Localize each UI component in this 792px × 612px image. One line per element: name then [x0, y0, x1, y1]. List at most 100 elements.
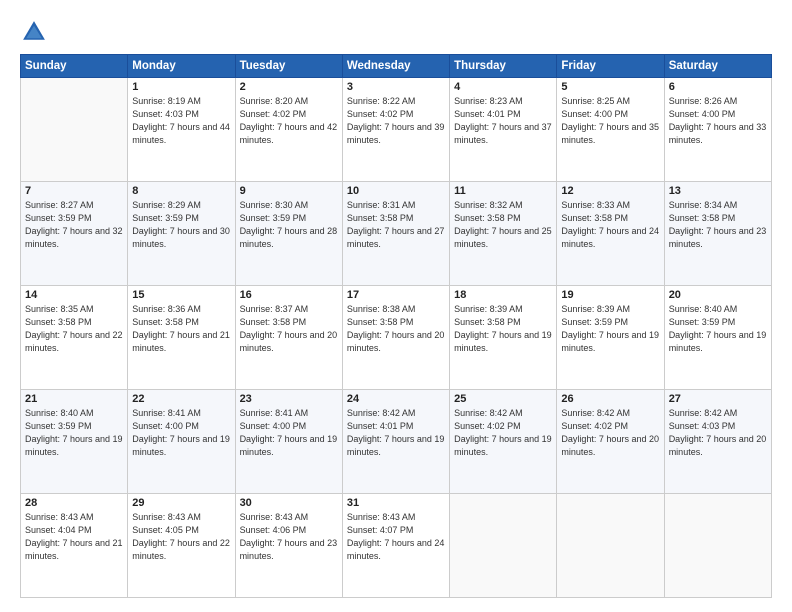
- day-number: 15: [132, 289, 230, 301]
- day-number: 24: [347, 393, 445, 405]
- weekday-header: Sunday: [21, 55, 128, 78]
- calendar-week-row: 21Sunrise: 8:40 AM Sunset: 3:59 PM Dayli…: [21, 390, 772, 494]
- calendar-cell: 12 Sunrise: 8:33 AM Sunset: 3:58 PM Dayli…: [557, 182, 664, 286]
- calendar-cell: 1Sunrise: 8:19 AM Sunset: 4:03 PM Daylig…: [128, 78, 235, 182]
- day-info: Sunrise: 8:43 AM Sunset: 4:06 PM Dayligh…: [240, 511, 338, 563]
- day-number: 2: [240, 81, 338, 93]
- day-info: Sunrise: 8:30 AM Sunset: 3:59 PM Dayligh…: [240, 199, 338, 251]
- calendar-cell: 5 Sunrise: 8:25 AM Sunset: 4:00 PM Daylig…: [557, 78, 664, 182]
- calendar-cell: 30 Sunrise: 8:43 AM Sunset: 4:06 PM Dayli…: [235, 494, 342, 598]
- calendar-cell: 13Sunrise: 8:34 AM Sunset: 3:58 PM Dayli…: [664, 182, 771, 286]
- calendar-cell: 2 Sunrise: 8:20 AM Sunset: 4:02 PM Daylig…: [235, 78, 342, 182]
- day-info: Sunrise: 8:43 AM Sunset: 4:04 PM Dayligh…: [25, 511, 123, 563]
- day-info: Sunrise: 8:39 AM Sunset: 3:58 PM Dayligh…: [454, 303, 552, 355]
- day-number: 8: [132, 185, 230, 197]
- calendar-cell: 20 Sunrise: 8:40 AM Sunset: 3:59 PM Dayli…: [664, 286, 771, 390]
- calendar-cell: 19 Sunrise: 8:39 AM Sunset: 3:59 PM Dayli…: [557, 286, 664, 390]
- day-number: 23: [240, 393, 338, 405]
- day-info: Sunrise: 8:42 AM Sunset: 4:01 PM Dayligh…: [347, 407, 445, 459]
- calendar-cell: [450, 494, 557, 598]
- day-info: Sunrise: 8:40 AM Sunset: 3:59 PM Dayligh…: [669, 303, 767, 355]
- calendar-cell: 14 Sunrise: 8:35 AM Sunset: 3:58 PM Dayli…: [21, 286, 128, 390]
- calendar-cell: 22 Sunrise: 8:41 AM Sunset: 4:00 PM Dayli…: [128, 390, 235, 494]
- weekday-header: Wednesday: [342, 55, 449, 78]
- day-number: 20: [669, 289, 767, 301]
- day-number: 27: [669, 393, 767, 405]
- weekday-header: Thursday: [450, 55, 557, 78]
- day-number: 31: [347, 497, 445, 509]
- calendar-cell: 8 Sunrise: 8:29 AM Sunset: 3:59 PM Daylig…: [128, 182, 235, 286]
- calendar-table: SundayMondayTuesdayWednesdayThursdayFrid…: [20, 54, 772, 598]
- day-number: 19: [561, 289, 659, 301]
- day-number: 11: [454, 185, 552, 197]
- calendar-cell: 21Sunrise: 8:40 AM Sunset: 3:59 PM Dayli…: [21, 390, 128, 494]
- weekday-header: Saturday: [664, 55, 771, 78]
- day-info: Sunrise: 8:42 AM Sunset: 4:02 PM Dayligh…: [561, 407, 659, 459]
- day-number: 5: [561, 81, 659, 93]
- calendar-cell: 18 Sunrise: 8:39 AM Sunset: 3:58 PM Dayli…: [450, 286, 557, 390]
- weekday-header: Friday: [557, 55, 664, 78]
- calendar-header-row: SundayMondayTuesdayWednesdayThursdayFrid…: [21, 55, 772, 78]
- day-number: 12: [561, 185, 659, 197]
- day-info: Sunrise: 8:25 AM Sunset: 4:00 PM Dayligh…: [561, 95, 659, 147]
- day-info: Sunrise: 8:32 AM Sunset: 3:58 PM Dayligh…: [454, 199, 552, 251]
- day-number: 10: [347, 185, 445, 197]
- calendar-cell: 25Sunrise: 8:42 AM Sunset: 4:02 PM Dayli…: [450, 390, 557, 494]
- calendar-cell: 6 Sunrise: 8:26 AM Sunset: 4:00 PM Daylig…: [664, 78, 771, 182]
- day-number: 9: [240, 185, 338, 197]
- day-info: Sunrise: 8:43 AM Sunset: 4:05 PM Dayligh…: [132, 511, 230, 563]
- day-info: Sunrise: 8:23 AM Sunset: 4:01 PM Dayligh…: [454, 95, 552, 147]
- day-info: Sunrise: 8:40 AM Sunset: 3:59 PM Dayligh…: [25, 407, 123, 459]
- calendar-cell: [664, 494, 771, 598]
- day-number: 22: [132, 393, 230, 405]
- logo: [20, 18, 52, 46]
- header: [20, 18, 772, 46]
- day-info: Sunrise: 8:26 AM Sunset: 4:00 PM Dayligh…: [669, 95, 767, 147]
- calendar-week-row: 1Sunrise: 8:19 AM Sunset: 4:03 PM Daylig…: [21, 78, 772, 182]
- day-info: Sunrise: 8:29 AM Sunset: 3:59 PM Dayligh…: [132, 199, 230, 251]
- day-info: Sunrise: 8:19 AM Sunset: 4:03 PM Dayligh…: [132, 95, 230, 147]
- calendar-week-row: 7Sunrise: 8:27 AM Sunset: 3:59 PM Daylig…: [21, 182, 772, 286]
- calendar-cell: [21, 78, 128, 182]
- day-info: Sunrise: 8:39 AM Sunset: 3:59 PM Dayligh…: [561, 303, 659, 355]
- day-number: 6: [669, 81, 767, 93]
- day-number: 28: [25, 497, 123, 509]
- day-info: Sunrise: 8:43 AM Sunset: 4:07 PM Dayligh…: [347, 511, 445, 563]
- day-info: Sunrise: 8:41 AM Sunset: 4:00 PM Dayligh…: [132, 407, 230, 459]
- calendar-cell: 31 Sunrise: 8:43 AM Sunset: 4:07 PM Dayli…: [342, 494, 449, 598]
- calendar-cell: 10 Sunrise: 8:31 AM Sunset: 3:58 PM Dayli…: [342, 182, 449, 286]
- day-info: Sunrise: 8:31 AM Sunset: 3:58 PM Dayligh…: [347, 199, 445, 251]
- calendar-cell: [557, 494, 664, 598]
- day-info: Sunrise: 8:37 AM Sunset: 3:58 PM Dayligh…: [240, 303, 338, 355]
- day-number: 3: [347, 81, 445, 93]
- calendar-cell: 24 Sunrise: 8:42 AM Sunset: 4:01 PM Dayli…: [342, 390, 449, 494]
- day-info: Sunrise: 8:34 AM Sunset: 3:58 PM Dayligh…: [669, 199, 767, 251]
- calendar-cell: 28 Sunrise: 8:43 AM Sunset: 4:04 PM Dayli…: [21, 494, 128, 598]
- calendar-cell: 11 Sunrise: 8:32 AM Sunset: 3:58 PM Dayli…: [450, 182, 557, 286]
- day-info: Sunrise: 8:20 AM Sunset: 4:02 PM Dayligh…: [240, 95, 338, 147]
- day-info: Sunrise: 8:27 AM Sunset: 3:59 PM Dayligh…: [25, 199, 123, 251]
- calendar-cell: 17 Sunrise: 8:38 AM Sunset: 3:58 PM Dayli…: [342, 286, 449, 390]
- day-number: 25: [454, 393, 552, 405]
- calendar-cell: 27 Sunrise: 8:42 AM Sunset: 4:03 PM Dayli…: [664, 390, 771, 494]
- day-info: Sunrise: 8:35 AM Sunset: 3:58 PM Dayligh…: [25, 303, 123, 355]
- calendar-cell: 29 Sunrise: 8:43 AM Sunset: 4:05 PM Dayli…: [128, 494, 235, 598]
- day-number: 30: [240, 497, 338, 509]
- day-number: 16: [240, 289, 338, 301]
- calendar-cell: 15 Sunrise: 8:36 AM Sunset: 3:58 PM Dayli…: [128, 286, 235, 390]
- calendar-cell: 4Sunrise: 8:23 AM Sunset: 4:01 PM Daylig…: [450, 78, 557, 182]
- day-number: 29: [132, 497, 230, 509]
- calendar-cell: 26Sunrise: 8:42 AM Sunset: 4:02 PM Dayli…: [557, 390, 664, 494]
- calendar-cell: 3Sunrise: 8:22 AM Sunset: 4:02 PM Daylig…: [342, 78, 449, 182]
- day-info: Sunrise: 8:36 AM Sunset: 3:58 PM Dayligh…: [132, 303, 230, 355]
- day-number: 17: [347, 289, 445, 301]
- calendar-week-row: 14 Sunrise: 8:35 AM Sunset: 3:58 PM Dayli…: [21, 286, 772, 390]
- calendar-cell: 16 Sunrise: 8:37 AM Sunset: 3:58 PM Dayli…: [235, 286, 342, 390]
- day-info: Sunrise: 8:42 AM Sunset: 4:03 PM Dayligh…: [669, 407, 767, 459]
- day-number: 18: [454, 289, 552, 301]
- day-info: Sunrise: 8:33 AM Sunset: 3:58 PM Dayligh…: [561, 199, 659, 251]
- page: SundayMondayTuesdayWednesdayThursdayFrid…: [0, 0, 792, 612]
- day-number: 14: [25, 289, 123, 301]
- day-info: Sunrise: 8:38 AM Sunset: 3:58 PM Dayligh…: [347, 303, 445, 355]
- weekday-header: Tuesday: [235, 55, 342, 78]
